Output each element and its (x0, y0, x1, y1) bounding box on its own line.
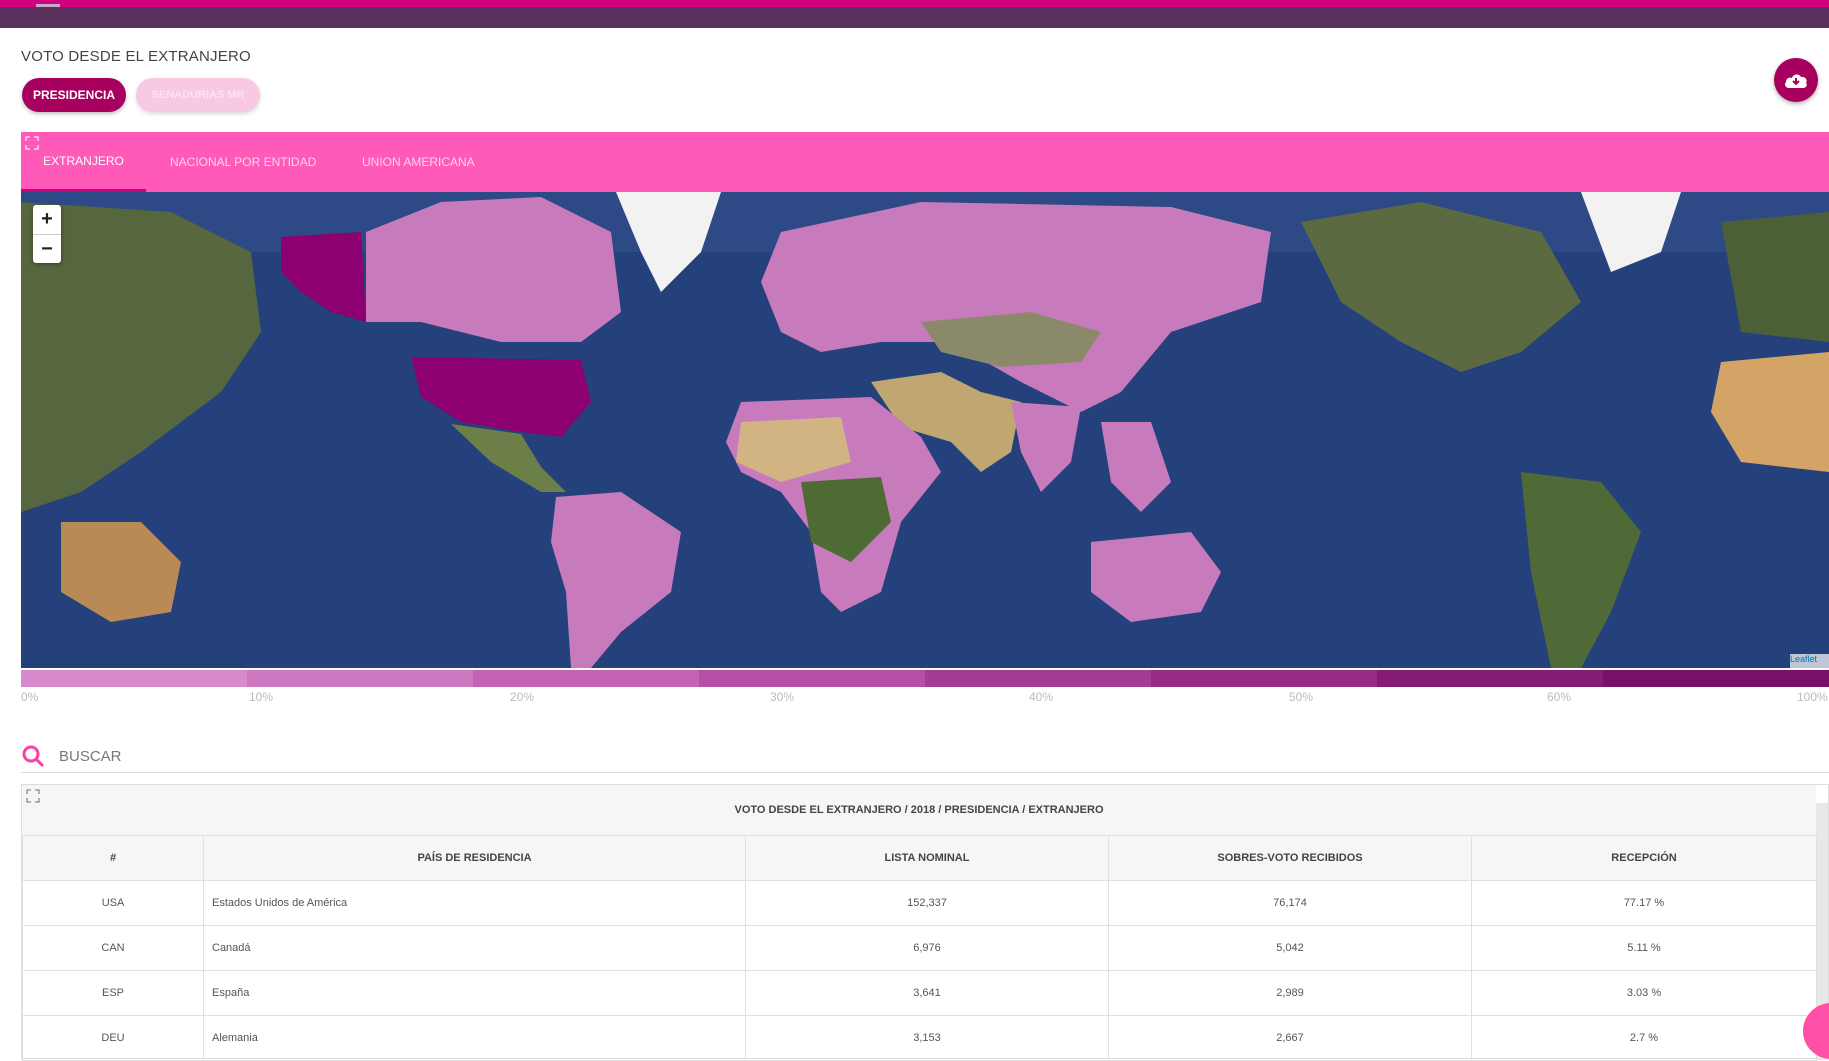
table-header-row: # PAÍS DE RESIDENCIA LISTA NOMINAL SOBRE… (22, 835, 1817, 881)
legend-step (699, 670, 925, 687)
country-name: Alemania (203, 1015, 746, 1061)
tab-union-americana[interactable]: UNION AMERICANA (362, 132, 475, 192)
sobres-recibidos: 2,667 (1108, 1015, 1472, 1061)
country-code: USA (22, 880, 204, 926)
column-header[interactable]: SOBRES-VOTO RECIBIDOS (1108, 835, 1472, 881)
legend-step (1603, 670, 1829, 687)
table-caption: VOTO DESDE EL EXTRANJERO / 2018 / PRESID… (22, 785, 1816, 835)
canada (366, 197, 621, 342)
column-header[interactable]: RECEPCIÓN (1471, 835, 1817, 881)
results-table: # PAÍS DE RESIDENCIA LISTA NOMINAL SOBRE… (22, 835, 1817, 1061)
recepcion: 77.17 % (1471, 880, 1817, 926)
country-name: España (203, 970, 746, 1016)
sobres-recibidos: 5,042 (1108, 925, 1472, 971)
page-title: VOTO DESDE EL EXTRANJERO (21, 48, 251, 65)
country-name: Canadá (203, 925, 746, 971)
world-map[interactable] (21, 192, 1829, 668)
lista-nominal: 3,153 (745, 1015, 1109, 1061)
country-code: DEU (22, 1015, 204, 1061)
recepcion: 3.03 % (1471, 970, 1817, 1016)
map-attribution[interactable]: Leaflet (1790, 654, 1829, 668)
tab-label: NACIONAL POR ENTIDAD (170, 155, 317, 169)
legend-step (473, 670, 699, 687)
lista-nominal: 3,641 (745, 970, 1109, 1016)
fullscreen-icon[interactable] (26, 789, 40, 803)
column-header[interactable]: LISTA NOMINAL (745, 835, 1109, 881)
column-header[interactable]: # (22, 835, 204, 881)
legend-label: 0% (21, 690, 39, 704)
presidencia-button[interactable]: PRESIDENCIA (22, 78, 126, 112)
table-row[interactable]: ESP España 3,641 2,989 3.03 % (22, 970, 1817, 1016)
legend-label: 10% (249, 690, 274, 704)
legend-label: 60% (1547, 690, 1572, 704)
country-code: CAN (22, 925, 204, 971)
recepcion: 2.7 % (1471, 1015, 1817, 1061)
lista-nominal: 6,976 (745, 925, 1109, 971)
top-app-bar (0, 0, 1829, 28)
country-code: ESP (22, 970, 204, 1016)
legend-label: 30% (770, 690, 795, 704)
legend-color-bar (21, 670, 1829, 687)
senadurias-button[interactable]: SENADURIAS MR (136, 78, 260, 112)
column-header[interactable]: PAÍS DE RESIDENCIA (203, 835, 746, 881)
legend-label: 50% (1289, 690, 1314, 704)
tab-extranjero[interactable]: EXTRANJERO (21, 132, 146, 192)
table-row[interactable]: CAN Canadá 6,976 5,042 5.11 % (22, 925, 1817, 971)
recepcion: 5.11 % (1471, 925, 1817, 971)
table-row[interactable]: DEU Alemania 3,153 2,667 2.7 % (22, 1015, 1817, 1061)
tab-label: UNION AMERICANA (362, 155, 475, 169)
menu-icon[interactable] (36, 4, 60, 7)
search-bar[interactable]: BUSCAR (21, 734, 1829, 773)
legend-label: 20% (510, 690, 535, 704)
tab-nacional-por-entidad[interactable]: NACIONAL POR ENTIDAD (170, 132, 316, 192)
legend-label: 100% (1797, 690, 1828, 704)
results-table-panel: VOTO DESDE EL EXTRANJERO / 2018 / PRESID… (21, 784, 1829, 1061)
cloud-download-icon (1785, 74, 1807, 88)
legend-step (21, 670, 247, 687)
legend-step (1377, 670, 1603, 687)
tab-label: EXTRANJERO (43, 153, 124, 168)
legend-step (1151, 670, 1377, 687)
country-name: Estados Unidos de América (203, 880, 746, 926)
tab-bar: EXTRANJERO NACIONAL POR ENTIDAD UNION AM… (21, 132, 1829, 192)
sobres-recibidos: 2,989 (1108, 970, 1472, 1016)
download-button[interactable] (1774, 58, 1818, 102)
zoom-in-button[interactable]: + (33, 205, 61, 234)
legend-step (247, 670, 473, 687)
table-row[interactable]: USA Estados Unidos de América 152,337 76… (22, 880, 1817, 926)
zoom-out-button[interactable]: − (33, 235, 61, 264)
legend-labels: 0% 10% 20% 30% 40% 50% 60% 100% (21, 690, 1829, 706)
search-icon (22, 745, 45, 768)
world-map-canvas (21, 192, 1829, 668)
search-input[interactable]: BUSCAR (59, 748, 122, 765)
sobres-recibidos: 76,174 (1108, 880, 1472, 926)
lista-nominal: 152,337 (745, 880, 1109, 926)
legend-label: 40% (1029, 690, 1054, 704)
zoom-control: + − (33, 205, 61, 263)
legend-step (925, 670, 1151, 687)
